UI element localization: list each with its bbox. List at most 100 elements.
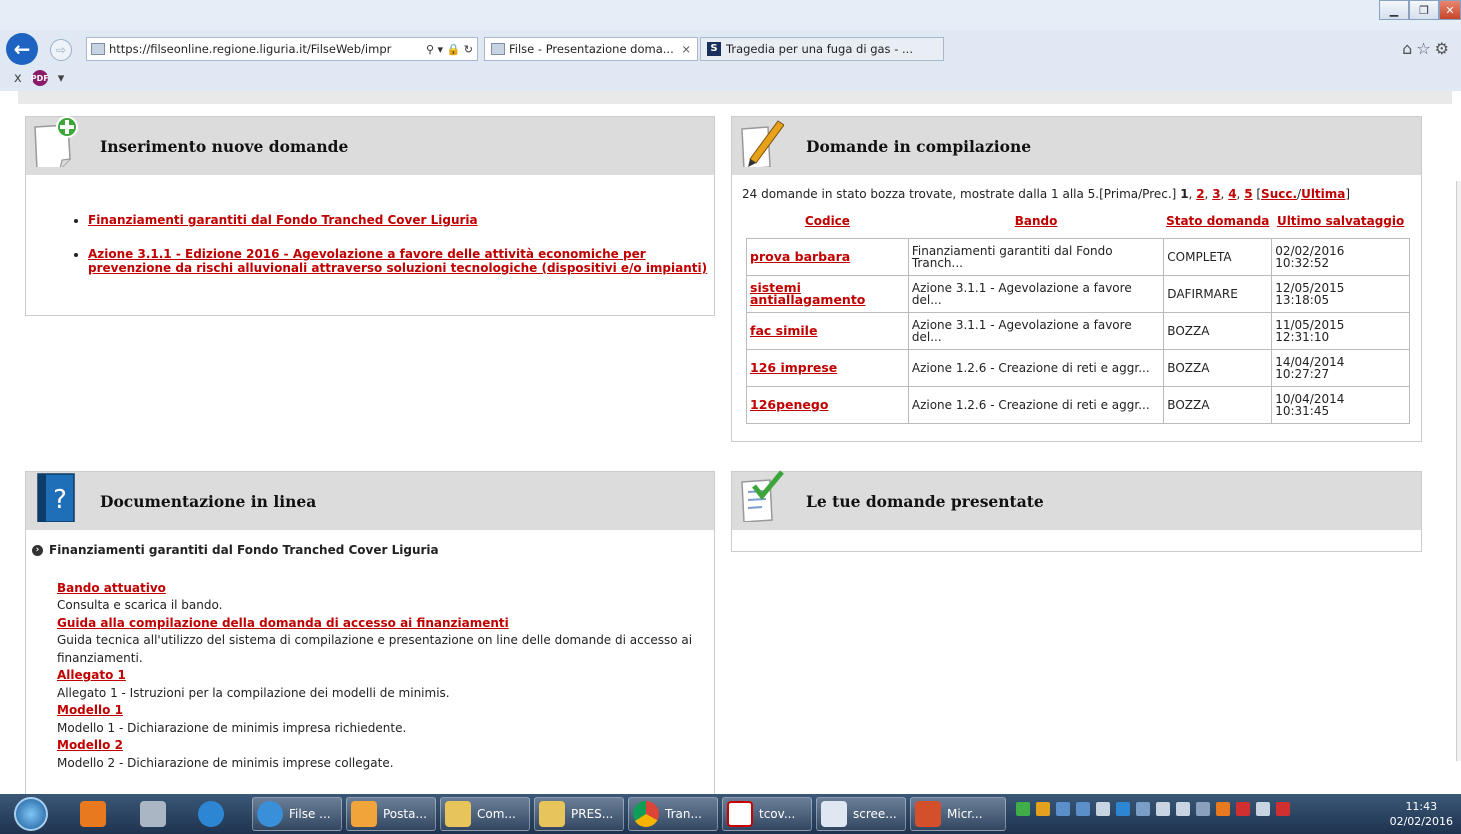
tray-icon[interactable] bbox=[1256, 802, 1270, 816]
search-icon[interactable]: ⚲ bbox=[426, 43, 434, 56]
lock-icon: 🔒 bbox=[446, 42, 461, 56]
cell-saved: 12/05/2015 13:18:05 bbox=[1271, 274, 1410, 313]
help-book-icon: ? bbox=[37, 473, 75, 522]
doc-description: Allegato 1 - Istruzioni per la compilazi… bbox=[57, 685, 450, 700]
tray-icon[interactable] bbox=[1276, 802, 1290, 816]
draft-code-link[interactable]: 126 imprese bbox=[750, 360, 837, 375]
calculator-pin[interactable] bbox=[140, 797, 172, 831]
pencil-document-icon bbox=[741, 120, 784, 167]
chevron-down-icon[interactable]: ▾ bbox=[58, 71, 65, 86]
page-link[interactable]: 4 bbox=[1228, 187, 1236, 201]
taskbar-item-folder2[interactable]: PRES... bbox=[534, 797, 624, 831]
clock-time: 11:43 bbox=[1405, 800, 1438, 813]
start-button[interactable] bbox=[14, 797, 48, 831]
draft-code-link[interactable]: prova barbara bbox=[750, 249, 850, 264]
pdf-addon-icon[interactable]: PDF bbox=[31, 70, 49, 86]
tray-icon[interactable] bbox=[1196, 802, 1210, 816]
taskbar-item-ie[interactable]: Filse ... bbox=[252, 797, 342, 831]
expand-icon[interactable]: › bbox=[32, 545, 43, 557]
taskbar: Filse ... Posta... Com... PRES... Tran..… bbox=[0, 794, 1461, 834]
tray-icon[interactable] bbox=[1216, 802, 1230, 816]
panel-header: Domande in compilazione bbox=[732, 117, 1421, 175]
tab-tragedia[interactable]: S Tragedia per una fuga di gas - ... bbox=[700, 37, 944, 61]
last-page-link[interactable]: Ultima bbox=[1301, 187, 1345, 201]
outlook-pin[interactable] bbox=[80, 797, 112, 831]
taskbar-item-chrome[interactable]: Tran... bbox=[628, 797, 718, 831]
gear-icon[interactable]: ⚙ bbox=[1435, 39, 1453, 58]
taskbar-label: scree... bbox=[853, 807, 897, 821]
new-application-link[interactable]: Azione 3.1.1 - Edizione 2016 - Agevolazi… bbox=[88, 247, 707, 275]
list-item: Finanziamenti garantiti dal Fondo Tranch… bbox=[88, 213, 708, 227]
taskbar-label: PRES... bbox=[571, 807, 614, 821]
cell-saved: 14/04/2014 10:27:27 bbox=[1271, 348, 1410, 387]
app-icon bbox=[915, 801, 941, 827]
address-bar[interactable]: https://filseonline.regione.liguria.it/F… bbox=[86, 37, 478, 61]
svg-text:?: ? bbox=[53, 485, 67, 515]
vertical-scrollbar[interactable] bbox=[1456, 181, 1461, 761]
doc-link[interactable]: Modello 2 bbox=[57, 737, 702, 755]
close-window-button[interactable]: ✕ bbox=[1439, 0, 1461, 20]
draft-code-link[interactable]: fac simile bbox=[750, 323, 817, 338]
taskbar-item-word[interactable]: scree... bbox=[816, 797, 906, 831]
tray-icon[interactable] bbox=[1136, 802, 1150, 816]
minimize-button[interactable]: ▁ bbox=[1379, 0, 1409, 20]
page-link[interactable]: 5 bbox=[1244, 187, 1252, 201]
forward-button[interactable]: ⇨ bbox=[50, 39, 72, 61]
browser-chrome: ▁ ❐ ✕ ← ⇨ https://filseonline.regione.li… bbox=[0, 0, 1461, 94]
star-icon[interactable]: ☆ bbox=[1416, 39, 1434, 58]
back-button[interactable]: ← bbox=[6, 33, 38, 65]
draft-code-link[interactable]: 126penego bbox=[750, 397, 828, 412]
address-tools[interactable]: ⚲ ▾ 🔒 ↻ bbox=[426, 43, 477, 56]
refresh-icon[interactable]: ↻ bbox=[464, 43, 473, 56]
new-application-list: Finanziamenti garantiti dal Fondo Tranch… bbox=[88, 213, 708, 295]
tray-icon[interactable] bbox=[1116, 802, 1130, 816]
page-link[interactable]: 3 bbox=[1212, 187, 1220, 201]
cell-code: prova barbara bbox=[746, 237, 909, 276]
draft-applications-panel: Domande in compilazione 24 domande in st… bbox=[731, 116, 1422, 442]
tray-icon[interactable] bbox=[1056, 802, 1070, 816]
draft-code-link[interactable]: sistemi antiallagamento bbox=[750, 280, 865, 307]
column-header-saved[interactable]: Ultimo salvataggio bbox=[1272, 205, 1410, 238]
column-header-code[interactable]: Codice bbox=[747, 205, 909, 238]
doc-link[interactable]: Guida alla compilazione della domanda di… bbox=[57, 615, 702, 633]
tab-filse[interactable]: Filse - Presentazione doma... × bbox=[484, 37, 698, 61]
taskbar-item-pdf[interactable]: tcov... bbox=[722, 797, 812, 831]
doc-link[interactable]: Allegato 1 bbox=[57, 667, 702, 685]
cell-code: sistemi antiallagamento bbox=[746, 274, 909, 313]
tray-icon[interactable] bbox=[1016, 802, 1030, 816]
table-row: sistemi antiallagamento Azione 3.1.1 - A… bbox=[746, 274, 1410, 313]
documentation-section-header[interactable]: › Finanziamenti garantiti dal Fondo Tran… bbox=[32, 542, 702, 560]
command-bar-close-button[interactable]: x bbox=[14, 71, 22, 86]
page-link[interactable]: 2 bbox=[1196, 187, 1204, 201]
new-application-link[interactable]: Finanziamenti garantiti dal Fondo Tranch… bbox=[88, 213, 478, 227]
next-page-link[interactable]: Succ. bbox=[1261, 187, 1297, 201]
doc-link[interactable]: Bando attuativo bbox=[57, 580, 702, 598]
calculator-icon bbox=[140, 801, 166, 827]
skype-pin[interactable] bbox=[198, 797, 230, 831]
clock[interactable]: 11:43 02/02/2016 bbox=[1390, 799, 1453, 829]
taskbar-label: Com... bbox=[477, 807, 516, 821]
restore-button[interactable]: ❐ bbox=[1409, 0, 1439, 20]
taskbar-item-mail[interactable]: Posta... bbox=[346, 797, 436, 831]
column-header-bando[interactable]: Bando bbox=[908, 205, 1163, 238]
tab-close-button[interactable]: × bbox=[681, 42, 691, 56]
tray-icon[interactable] bbox=[1236, 802, 1250, 816]
cell-bando: Azione 1.2.6 - Creazione di reti e aggr.… bbox=[907, 385, 1165, 424]
approved-document-icon bbox=[741, 470, 784, 522]
tray-icon[interactable] bbox=[1156, 802, 1170, 816]
saved-time: 10:32:52 bbox=[1275, 255, 1330, 270]
page-content: Inserimento nuove domande Finanziamenti … bbox=[0, 91, 1461, 794]
chrome-icon bbox=[633, 801, 659, 827]
cell-code: 126penego bbox=[746, 385, 909, 424]
tray-icon[interactable] bbox=[1036, 802, 1050, 816]
documentation-panel: ? Documentazione in linea › Finanziament… bbox=[25, 471, 715, 794]
column-header-stato[interactable]: Stato domanda bbox=[1164, 205, 1272, 238]
tray-icon[interactable] bbox=[1096, 802, 1110, 816]
panel-header: Inserimento nuove domande bbox=[26, 116, 714, 175]
taskbar-item-micr[interactable]: Micr... bbox=[910, 797, 1006, 831]
tray-icon[interactable] bbox=[1076, 802, 1090, 816]
taskbar-item-folder1[interactable]: Com... bbox=[440, 797, 530, 831]
home-icon[interactable]: ⌂ bbox=[1402, 39, 1416, 58]
doc-link[interactable]: Modello 1 bbox=[57, 702, 702, 720]
tray-icon[interactable] bbox=[1176, 802, 1190, 816]
